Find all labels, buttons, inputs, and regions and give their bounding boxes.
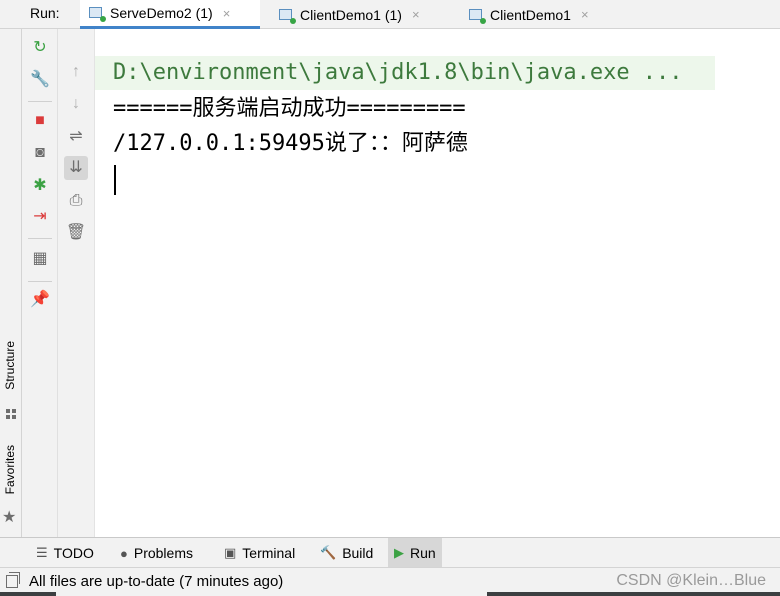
exit-icon[interactable]: ⇥ [28, 205, 52, 229]
console-line: /127.0.0.1:59495说了：：阿萨德 [113, 131, 468, 156]
text-caret [114, 165, 116, 195]
structure-icon [6, 409, 16, 419]
tab-problems[interactable]: ● Problems [114, 538, 199, 568]
run-toolbar-primary: ↻ 🔧 ■ ◙ ✱ ⇥ ▦ 📌 [22, 29, 58, 537]
edge-strip [487, 592, 780, 596]
run-icon: ▶ [394, 545, 404, 560]
debug-icon[interactable]: ✱ [28, 174, 52, 198]
favorites-tool-button[interactable]: Favorites [3, 445, 17, 494]
tab-label: TODO [53, 545, 94, 561]
stop-icon[interactable]: ■ [28, 109, 52, 133]
console-icon [468, 8, 486, 24]
run-tab-label: ClientDemo1 (1) [300, 6, 402, 23]
pin-icon[interactable]: 📌 [28, 288, 52, 312]
tab-label: Build [342, 545, 374, 561]
tab-label: Run [410, 545, 436, 561]
toolbar-separator [28, 281, 52, 282]
left-tool-strip: Structure Favorites ★ [0, 29, 22, 537]
tab-run[interactable]: ▶ Run [388, 538, 442, 568]
terminal-icon: ▣ [224, 545, 237, 560]
star-icon: ★ [2, 509, 17, 526]
run-tab-bar: Run: ServeDemo2 (1) × ClientDemo1 (1) × … [0, 0, 780, 29]
tab-label: Terminal [242, 545, 296, 561]
close-icon[interactable]: × [223, 6, 231, 21]
edge-strip [0, 592, 56, 596]
bottom-tool-tabs: ☰ TODO ● Problems ▣ Terminal 🔨 Build ▶ R… [0, 537, 780, 568]
toolbar-separator [28, 238, 52, 239]
console-output[interactable]: D:\environment\java\jdk1.8\bin\java.exe … [95, 49, 780, 537]
print-icon[interactable]: ⎙ [64, 189, 88, 213]
problems-icon: ● [120, 545, 128, 561]
console-icon [278, 8, 296, 24]
hammer-icon: 🔨 [320, 545, 337, 560]
run-tab-clientdemo1-1[interactable]: ClientDemo1 (1) × [270, 0, 450, 29]
tab-label: Problems [133, 545, 193, 561]
camera-icon[interactable]: ◙ [28, 141, 52, 165]
list-icon: ☰ [36, 545, 48, 560]
run-tab-label: ClientDemo1 [490, 6, 571, 23]
wrench-icon[interactable]: 🔧 [28, 68, 52, 92]
tab-build[interactable]: 🔨 Build [314, 538, 379, 568]
layout-icon[interactable]: ▦ [28, 247, 52, 271]
trash-icon[interactable]: 🗑 [64, 221, 88, 245]
status-bar: All files are up-to-date (7 minutes ago)… [0, 567, 780, 596]
run-label: Run: [30, 5, 60, 21]
run-tab-servedemo2[interactable]: ServeDemo2 (1) × [80, 0, 260, 29]
watermark: CSDN @Klein…Blue [616, 572, 766, 589]
soft-wrap-icon[interactable]: ⇌ [64, 125, 88, 149]
console-icon [88, 6, 106, 22]
tab-terminal[interactable]: ▣ Terminal [218, 538, 301, 568]
rerun-icon[interactable]: ↻ [28, 36, 52, 60]
toolbar-separator [28, 101, 52, 102]
arrow-down-icon[interactable]: ↓ [64, 92, 88, 116]
tool-windows-icon[interactable] [6, 572, 20, 588]
arrow-up-icon[interactable]: ↑ [64, 60, 88, 84]
run-tab-clientdemo1[interactable]: ClientDemo1 × [460, 0, 620, 29]
close-icon[interactable]: × [412, 7, 420, 22]
run-tab-label: ServeDemo2 (1) [110, 5, 213, 21]
run-toolbar-secondary: ↑ ↓ ⇌ ⇊ ⎙ 🗑 [58, 29, 95, 537]
scroll-to-end-icon[interactable]: ⇊ [64, 156, 88, 180]
console-command-line[interactable]: D:\environment\java\jdk1.8\bin\java.exe … [95, 56, 715, 90]
structure-tool-button[interactable]: Structure [3, 341, 17, 390]
console-line: ======服务端启动成功========= [113, 96, 466, 121]
tab-todo[interactable]: ☰ TODO [30, 538, 100, 568]
status-message[interactable]: All files are up-to-date (7 minutes ago) [29, 573, 283, 590]
close-icon[interactable]: × [581, 7, 589, 22]
